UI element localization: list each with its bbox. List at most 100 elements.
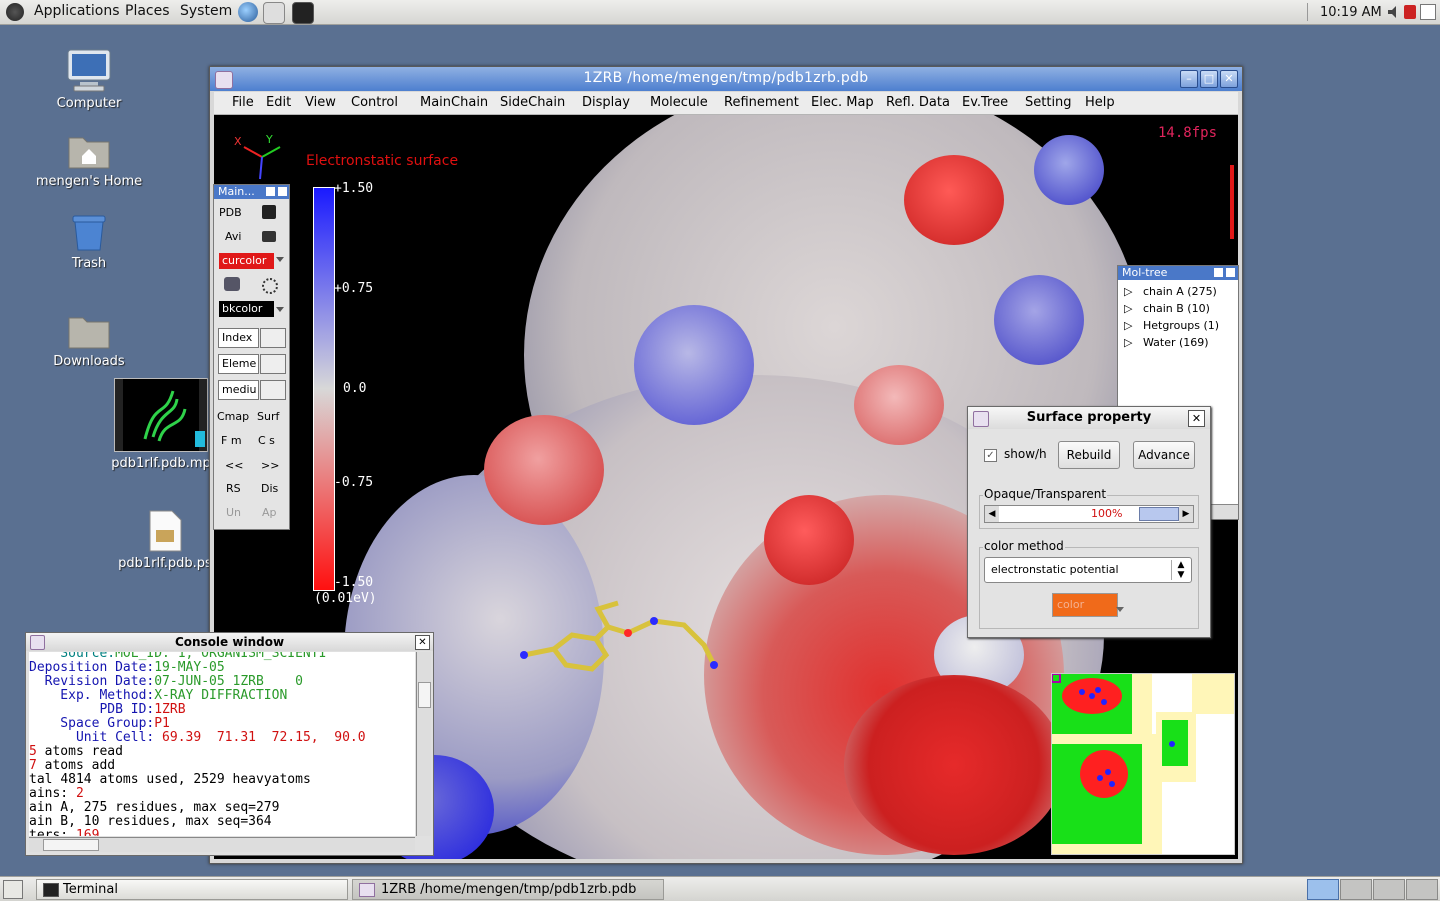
clock[interactable]: 10:19 AM: [1320, 5, 1382, 20]
menu-edit[interactable]: Edit: [266, 95, 291, 110]
menu-setting[interactable]: Setting: [1025, 95, 1072, 110]
tree-item-hetgroups[interactable]: ▷ Hetgroups (1): [1124, 319, 1219, 332]
show-checkbox[interactable]: ✓: [984, 449, 997, 462]
window-titlebar[interactable]: 1ZRB /home/mengen/tmp/pdb1zrb.pdb – □ ✕: [210, 67, 1242, 91]
workspace-2[interactable]: [1340, 879, 1372, 900]
rs-button[interactable]: RS: [226, 482, 241, 495]
menu-refinement[interactable]: Refinement: [724, 95, 799, 110]
minimize-button[interactable]: –: [1180, 70, 1198, 88]
bkcolor-dropdown-icon[interactable]: [276, 307, 284, 312]
rebuild-button[interactable]: Rebuild: [1058, 441, 1120, 469]
medium-combo-arrow[interactable]: [260, 380, 286, 400]
advance-button[interactable]: Advance: [1133, 441, 1195, 469]
terminal-launcher-icon[interactable]: [292, 2, 314, 24]
mol-tree-titlebar[interactable]: Mol-tree: [1118, 266, 1238, 280]
volume-icon[interactable]: [1387, 5, 1401, 19]
desktop-icon-video[interactable]: pdb1rlf.pdb.mp: [96, 378, 226, 471]
curcolor-button[interactable]: curcolor: [219, 253, 274, 269]
tree-item-chain-a[interactable]: ▷ chain A (275): [1124, 285, 1217, 298]
zoom-slider[interactable]: [1230, 165, 1234, 239]
tree-item-chain-b[interactable]: ▷ chain B (10): [1124, 302, 1210, 315]
toolbox-titlebar[interactable]: Main...: [214, 185, 289, 199]
menu-places[interactable]: Places: [125, 3, 170, 19]
paint-bucket-icon[interactable]: [224, 277, 240, 291]
slider-left-arrow-icon[interactable]: ◀: [985, 506, 999, 522]
console-output[interactable]: Source:MOL_ID: 1; ORGANISM_SCIENTI Depos…: [29, 652, 415, 836]
menu-elec-map[interactable]: Elec. Map: [811, 95, 874, 110]
menu-sidechain[interactable]: SideChain: [500, 95, 565, 110]
menu-help[interactable]: Help: [1085, 95, 1115, 110]
surface-dialog-titlebar[interactable]: Surface property: [968, 407, 1210, 429]
index-combo[interactable]: Index: [218, 328, 259, 348]
save-icon[interactable]: [262, 205, 276, 219]
bkcolor-button[interactable]: bkcolor: [219, 301, 274, 317]
workspace-3[interactable]: [1373, 879, 1405, 900]
close-button[interactable]: ✕: [1220, 70, 1238, 88]
console-vscrollbar[interactable]: [416, 652, 431, 836]
surf-button[interactable]: Surf: [257, 410, 279, 423]
menu-control[interactable]: Control: [351, 95, 398, 110]
menu-display[interactable]: Display: [582, 95, 630, 110]
workspace-4[interactable]: [1406, 879, 1438, 900]
show-desktop-icon[interactable]: [1420, 4, 1436, 20]
task-terminal[interactable]: Terminal: [36, 879, 348, 900]
mol-tree-close-icon[interactable]: [1226, 268, 1235, 277]
desktop-icon-trash[interactable]: Trash: [24, 212, 154, 271]
previous-button[interactable]: <<: [225, 459, 243, 472]
menu-ev-tree[interactable]: Ev.Tree: [962, 95, 1008, 110]
surface-dialog-close-icon[interactable]: ✕: [1188, 410, 1205, 427]
ligand-stick-model[interactable]: [514, 585, 724, 695]
console-close-icon[interactable]: ✕: [415, 635, 430, 650]
scroll-thumb[interactable]: [418, 682, 431, 708]
console-hscrollbar[interactable]: [29, 837, 415, 852]
gear-icon[interactable]: [262, 278, 278, 294]
scroll-thumb[interactable]: [43, 839, 99, 851]
element-combo-arrow[interactable]: [260, 354, 286, 374]
task-coot[interactable]: 1ZRB /home/mengen/tmp/pdb1zrb.pdb: [352, 879, 664, 900]
slider-right-arrow-icon[interactable]: ▶: [1179, 506, 1193, 522]
menu-mainchain[interactable]: MainChain: [420, 95, 488, 110]
menu-refl-data[interactable]: Refl. Data: [886, 95, 950, 110]
color-dropdown-icon[interactable]: [1116, 607, 1124, 612]
color-button[interactable]: color: [1052, 593, 1118, 617]
camera-icon[interactable]: [262, 231, 276, 242]
slider-thumb[interactable]: [1139, 507, 1179, 521]
desktop-icon-computer[interactable]: Computer: [24, 48, 154, 111]
menu-molecule[interactable]: Molecule: [650, 95, 708, 110]
expand-triangle-icon[interactable]: ▷: [1124, 302, 1132, 315]
ramachandran-minimap[interactable]: [1051, 673, 1235, 855]
mol-tree-min-icon[interactable]: [1214, 268, 1223, 277]
console-titlebar[interactable]: Console window: [26, 633, 433, 651]
tree-item-water[interactable]: ▷ Water (169): [1124, 336, 1209, 349]
index-combo-arrow[interactable]: [260, 328, 286, 348]
maximize-button[interactable]: □: [1200, 70, 1218, 88]
element-combo[interactable]: Eleme: [218, 354, 259, 374]
next-button[interactable]: >>: [261, 459, 279, 472]
desktop-icon-home[interactable]: mengen's Home: [24, 132, 154, 189]
cmap-button[interactable]: Cmap: [217, 410, 249, 423]
mail-launcher-icon[interactable]: [263, 2, 285, 24]
mol-tree-hscrollbar[interactable]: [1208, 504, 1238, 519]
cs-button[interactable]: C s: [258, 434, 275, 447]
gnome-foot-icon[interactable]: [6, 3, 24, 21]
color-method-select[interactable]: electronstatic potential ▲ ▼: [984, 557, 1192, 583]
dis-button[interactable]: Dis: [261, 482, 278, 495]
toolbox-close-icon[interactable]: [278, 187, 287, 196]
expand-triangle-icon[interactable]: ▷: [1124, 336, 1132, 349]
undo-button[interactable]: Un: [226, 506, 241, 519]
desktop-icon-downloads[interactable]: Downloads: [24, 312, 154, 369]
browser-launcher-icon[interactable]: [238, 2, 258, 22]
toolbox-min-icon[interactable]: [266, 187, 275, 196]
apply-button[interactable]: Ap: [262, 506, 277, 519]
curcolor-dropdown-icon[interactable]: [276, 257, 284, 262]
workspace-1[interactable]: [1307, 879, 1339, 900]
network-status-icon[interactable]: [1404, 5, 1416, 19]
menu-view[interactable]: View: [305, 95, 336, 110]
pdb-button[interactable]: PDB: [219, 206, 242, 219]
expand-triangle-icon[interactable]: ▷: [1124, 285, 1132, 298]
menu-system[interactable]: System: [180, 3, 232, 19]
expand-triangle-icon[interactable]: ▷: [1124, 319, 1132, 332]
fm-button[interactable]: F m: [221, 434, 242, 447]
show-desktop-button[interactable]: [3, 880, 23, 899]
medium-combo[interactable]: mediu: [218, 380, 259, 400]
